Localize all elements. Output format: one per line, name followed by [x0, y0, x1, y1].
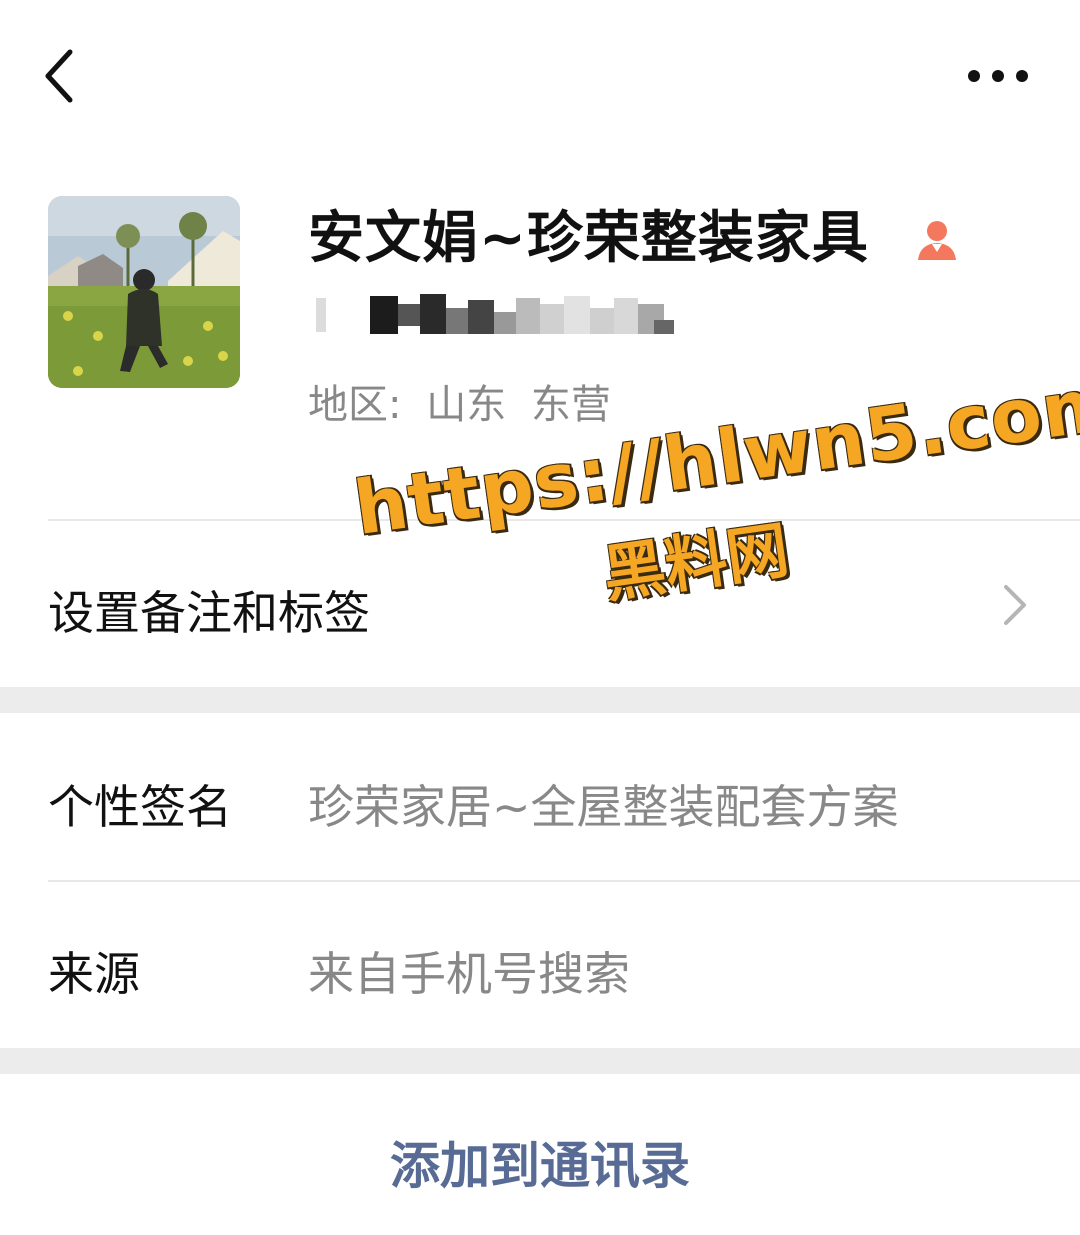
region-label: 地区:	[308, 382, 402, 428]
remark-tags-label: 设置备注和标签	[48, 586, 370, 640]
signature-label: 个性签名	[48, 780, 232, 834]
more-options-button[interactable]	[958, 58, 1038, 94]
remark-tags-row[interactable]: 设置备注和标签	[0, 521, 1080, 687]
female-icon	[912, 214, 962, 264]
top-nav-bar	[0, 0, 1080, 150]
region-province: 山东	[426, 382, 507, 428]
more-dots-icon	[968, 70, 980, 82]
signature-row: 个性签名 珍荣家居~全屋整装配套方案	[0, 713, 1080, 880]
display-name: 安文娟~珍荣整装家具	[308, 206, 869, 271]
region-city: 东营	[530, 382, 611, 428]
section-gap	[0, 687, 1080, 713]
account-id-blurred	[312, 290, 682, 340]
avatar-photo	[48, 196, 240, 388]
more-dots-icon	[1016, 70, 1028, 82]
section-gap	[0, 1048, 1080, 1074]
back-button[interactable]	[38, 44, 98, 108]
chevron-left-icon	[45, 49, 73, 103]
add-to-contacts-label: 添加到通讯录	[390, 1137, 690, 1195]
profile-header: 安文娟~珍荣整装家具 地区: 山东 东营	[0, 150, 1080, 520]
avatar[interactable]	[48, 196, 240, 388]
more-dots-icon	[992, 70, 1004, 82]
add-to-contacts-button[interactable]: 添加到通讯录	[0, 1074, 1080, 1235]
source-row: 来源 来自手机号搜索	[0, 882, 1080, 1048]
chevron-right-icon	[1000, 583, 1030, 627]
signature-value: 珍荣家居~全屋整装配套方案	[308, 780, 899, 834]
source-value: 来自手机号搜索	[308, 947, 630, 1001]
source-label: 来源	[48, 947, 140, 1001]
region-info: 地区: 山东 东营	[308, 372, 623, 430]
